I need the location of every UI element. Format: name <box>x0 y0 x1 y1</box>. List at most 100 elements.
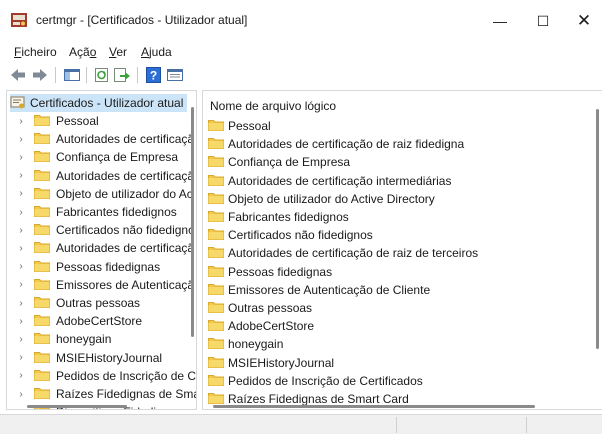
menu-acao[interactable]: Ação <box>69 45 96 59</box>
list-item[interactable]: Emissores de Autenticação de Cliente <box>208 281 430 299</box>
tree-item[interactable]: › Pedidos de Inscrição de Ce <box>7 367 196 385</box>
tree-horizontal-scrollbar[interactable] <box>27 405 127 408</box>
chevron-right-icon[interactable]: › <box>16 334 26 345</box>
tree-item[interactable]: › Fabricantes fidedignos <box>7 203 176 221</box>
folder-icon <box>34 131 50 147</box>
folder-icon <box>34 149 50 165</box>
list-item-label: Autoridades de certificação intermediári… <box>228 173 452 188</box>
svg-text:?: ? <box>150 69 157 83</box>
list-pane[interactable]: Nome de arquivo lógico Pessoal Autoridade… <box>202 90 602 410</box>
certmgr-app-icon[interactable] <box>10 12 28 28</box>
tree-item[interactable]: › Raízes Fidedignas de Smar <box>7 385 196 403</box>
toolbar: ? <box>0 63 602 87</box>
folder-icon <box>208 300 224 316</box>
tree-item[interactable]: › honeygain <box>7 330 111 348</box>
chevron-right-icon[interactable]: › <box>16 279 26 290</box>
list-item[interactable]: Confiança de Empresa <box>208 153 350 171</box>
tree-item[interactable]: › AdobeCertStore <box>7 312 142 330</box>
toolbar-separator <box>137 67 138 83</box>
chevron-right-icon[interactable]: › <box>16 225 26 236</box>
tree-item[interactable]: › Certificados não fidedignc <box>7 221 194 239</box>
list-item-label: Emissores de Autenticação de Cliente <box>228 282 431 297</box>
folder-icon <box>208 264 224 280</box>
menu-ver[interactable]: Ver <box>109 45 127 59</box>
show-hide-tree-icon[interactable] <box>63 67 81 83</box>
tree-root-label: Certificados - Utilizador atual <box>30 96 184 110</box>
menu-ajuda[interactable]: Ajuda <box>141 45 172 59</box>
list-item[interactable]: Pessoal <box>208 117 271 135</box>
status-divider <box>526 417 527 433</box>
folder-icon <box>34 240 50 256</box>
tree-item[interactable]: › Autoridades de certificaçã <box>7 167 194 185</box>
minimize-button[interactable]: — <box>480 8 520 34</box>
chevron-right-icon[interactable]: › <box>16 134 26 145</box>
chevron-right-icon[interactable]: › <box>16 298 26 309</box>
chevron-right-icon[interactable]: › <box>16 207 26 218</box>
maximize-button[interactable]: ☐ <box>523 8 563 34</box>
list-item[interactable]: Autoridades de certificação de raiz de t… <box>208 244 478 262</box>
list-horizontal-scrollbar[interactable] <box>213 405 535 408</box>
chevron-right-icon[interactable]: › <box>16 316 26 327</box>
tree-item-label: Outras pessoas <box>56 296 141 310</box>
chevron-right-icon[interactable]: › <box>16 170 26 181</box>
title-bar: certmgr - [Certificados - Utilizador atu… <box>0 0 602 40</box>
tree-item[interactable]: › Objeto de utilizador do Ac <box>7 185 192 203</box>
folder-icon <box>34 386 50 402</box>
tree-item[interactable]: › Outras pessoas <box>7 294 140 312</box>
tree-item[interactable]: › Pessoas fidedignas <box>7 258 160 276</box>
list-item[interactable]: MSIEHistoryJournal <box>208 354 334 372</box>
chevron-right-icon[interactable]: › <box>16 370 26 381</box>
status-bar <box>0 414 602 434</box>
tree-item[interactable]: › Confiança de Empresa <box>7 148 178 166</box>
chevron-right-icon[interactable]: › <box>16 243 26 254</box>
tree-item[interactable]: › MSIEHistoryJournal <box>7 349 162 367</box>
chevron-right-icon[interactable]: › <box>16 188 26 199</box>
tree-item-label: Autoridades de certificaçã <box>56 168 195 183</box>
column-header-logical-name[interactable]: Nome de arquivo lógico <box>210 99 336 113</box>
list-item[interactable]: AdobeCertStore <box>208 317 314 335</box>
tree-item[interactable]: › Pessoal <box>7 112 98 130</box>
list-item[interactable]: Objeto de utilizador do Active Directory <box>208 190 435 208</box>
tree-item[interactable]: › Autoridades de certificaçã <box>7 239 194 257</box>
list-item-label: Pessoal <box>228 119 271 133</box>
folder-icon <box>208 191 224 207</box>
forward-icon[interactable] <box>31 67 49 83</box>
folder-icon <box>34 168 50 184</box>
chevron-right-icon[interactable]: › <box>16 261 26 272</box>
folder-icon <box>208 318 224 334</box>
chevron-right-icon[interactable]: › <box>16 389 26 400</box>
tree-item[interactable]: › Emissores de Autenticaçã <box>7 276 194 294</box>
list-item[interactable]: Autoridades de certificação intermediári… <box>208 172 451 190</box>
properties-icon[interactable] <box>166 67 184 83</box>
list-item[interactable]: Autoridades de certificação de raiz fide… <box>208 135 464 153</box>
close-button[interactable]: ✕ <box>564 8 602 34</box>
menu-acao-label: Açã <box>69 45 90 59</box>
folder-icon <box>34 295 50 311</box>
list-item[interactable]: Pedidos de Inscrição de Certificados <box>208 372 423 390</box>
export-list-icon[interactable] <box>113 67 131 83</box>
chevron-right-icon[interactable]: › <box>16 116 26 127</box>
list-item-label: Autoridades de certificação de raiz de t… <box>228 246 479 261</box>
chevron-right-icon[interactable]: › <box>16 152 26 163</box>
chevron-right-icon[interactable]: › <box>16 352 26 363</box>
back-icon[interactable] <box>9 67 27 83</box>
chevron-right-icon[interactable]: › <box>16 407 26 409</box>
list-item[interactable]: Certificados não fidedignos <box>208 226 373 244</box>
refresh-icon[interactable] <box>93 67 111 83</box>
list-item-label: Pessoas fidedignas <box>228 264 333 279</box>
tree-item[interactable]: › Autoridades de certificaçã <box>7 130 194 148</box>
list-item[interactable]: honeygain <box>208 335 283 353</box>
tree-root-node[interactable]: Certificados - Utilizador atual <box>10 94 188 112</box>
list-item-label: Fabricantes fidedignos <box>228 210 349 224</box>
folder-icon <box>208 355 224 371</box>
list-item[interactable]: Pessoas fidedignas <box>208 263 332 281</box>
list-item[interactable]: Outras pessoas <box>208 299 312 317</box>
folder-icon <box>34 331 50 347</box>
list-vertical-scrollbar[interactable] <box>596 109 599 349</box>
tree-vertical-scrollbar[interactable] <box>191 107 194 337</box>
help-icon[interactable]: ? <box>145 67 163 83</box>
folder-icon <box>208 209 224 225</box>
list-item[interactable]: Fabricantes fidedignos <box>208 208 349 226</box>
tree-pane[interactable]: Certificados - Utilizador atual › Pessoal… <box>6 90 197 410</box>
menu-ficheiro[interactable]: Ficheiro <box>14 45 57 59</box>
